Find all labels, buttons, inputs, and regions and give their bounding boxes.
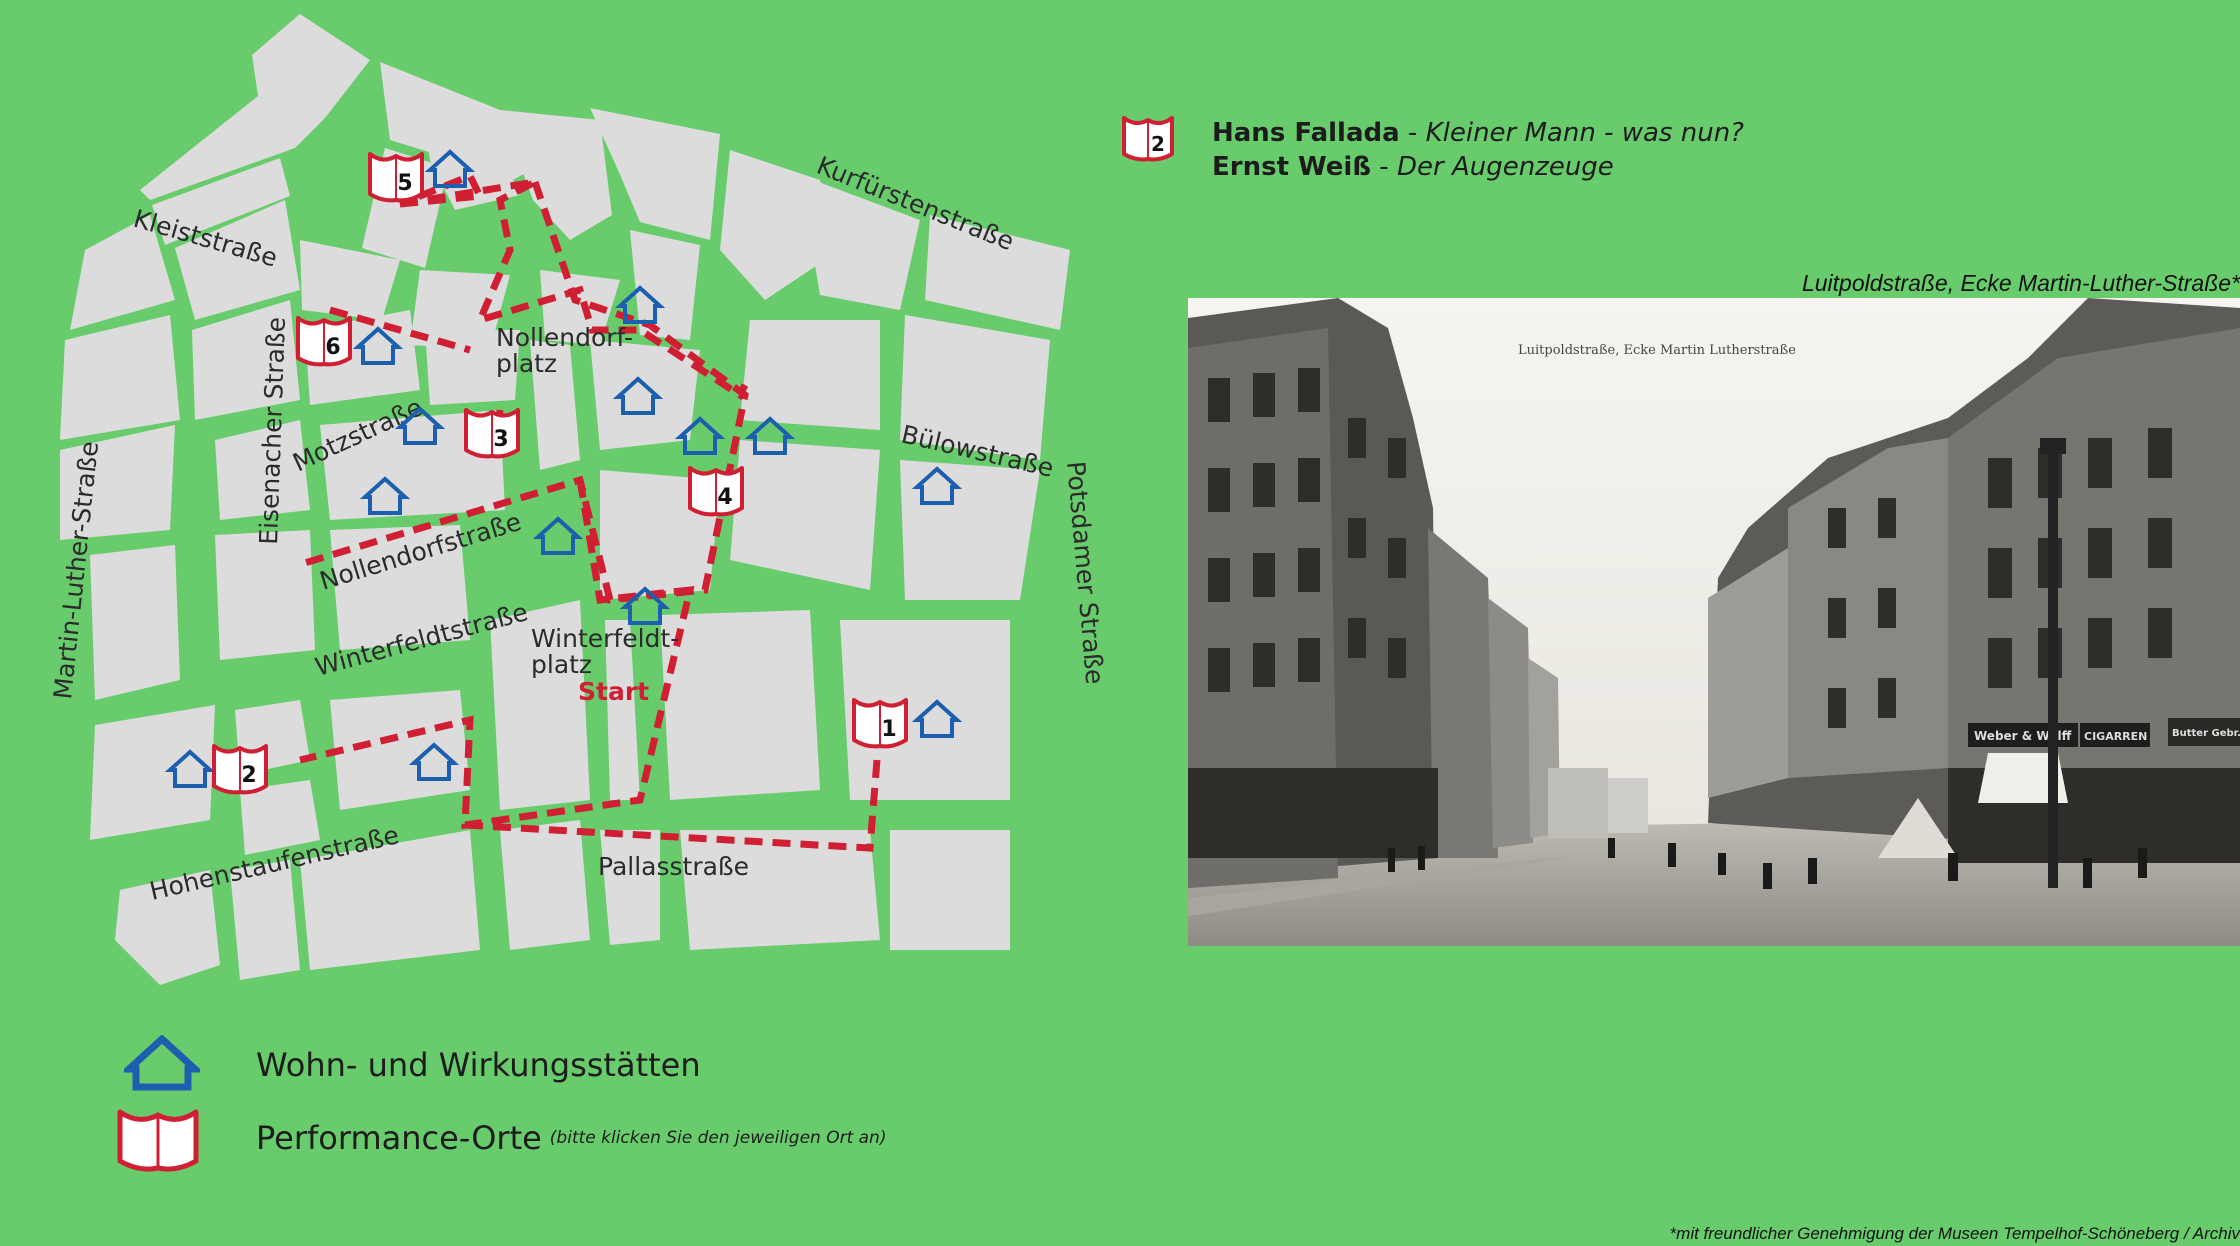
open-book-icon <box>852 698 908 749</box>
book-line-1: Hans Fallada - Kleiner Mann - was nun? <box>1212 116 1744 150</box>
performance-marker-5[interactable]: 5 <box>368 152 424 203</box>
street-label-pallasstrasse: Pallasstraße <box>598 852 749 881</box>
book-title: Kleiner Mann - was nun? <box>1425 118 1744 148</box>
photo-caption: Luitpoldstraße, Ecke Martin-Luther-Straß… <box>1801 270 2240 296</box>
open-book-icon: 2 <box>1122 116 1174 162</box>
performance-marker-4[interactable]: 4 <box>688 466 744 517</box>
performance-marker-3[interactable]: 3 <box>464 408 520 459</box>
book-info: 2 Hans Fallada - Kleiner Mann - was nun?… <box>1120 112 1744 184</box>
open-book-icon <box>464 408 520 459</box>
open-book-icon <box>212 744 268 795</box>
marker-number: 6 <box>325 335 340 360</box>
open-book-icon <box>296 316 352 367</box>
historic-photo: Luitpoldstraße, Ecke Martin Lutherstraße <box>1188 298 2240 946</box>
legend-book: Performance-Orte (bitte klicken Sie den … <box>116 1104 886 1172</box>
marker-number: 2 <box>241 763 256 788</box>
place-label-winterfeldtplatz-2: platz <box>531 650 592 679</box>
open-book-icon <box>117 1109 199 1172</box>
marker-number: 1 <box>881 717 896 742</box>
shop-sign: Butter Gebr. <box>2172 728 2240 739</box>
city-blocks <box>60 14 1070 985</box>
separator: - <box>1399 118 1426 148</box>
open-book-icon <box>368 152 424 203</box>
start-label: Start <box>578 677 649 706</box>
place-label-nollendorfplatz-2: platz <box>496 349 557 378</box>
legend-house-label: Wohn- und Wirkungsstätten <box>256 1046 701 1084</box>
place-label-winterfeldtplatz-1: Winterfeldt- <box>531 624 679 653</box>
performance-marker-6[interactable]: 6 <box>296 316 352 367</box>
historic-street-scene: Luitpoldstraße, Ecke Martin Lutherstraße <box>1188 298 2240 946</box>
author-name: Hans Fallada <box>1212 118 1400 148</box>
performance-marker-2[interactable]: 2 <box>212 744 268 795</box>
image-credit: *mit freundlicher Genehmigung der Museen… <box>1669 1224 2240 1243</box>
place-label-nollendorfplatz-1: Nollendorf- <box>496 323 633 352</box>
performance-marker-1[interactable]: 1 <box>852 698 908 749</box>
marker-number: 3 <box>493 427 508 452</box>
house-icon[interactable] <box>536 517 580 555</box>
book-title: Der Augenzeuge <box>1396 152 1614 182</box>
photo-inscription: Luitpoldstraße, Ecke Martin Lutherstraße <box>1518 343 1796 358</box>
marker-number: 4 <box>717 485 732 510</box>
book-line-2: Ernst Weiß - Der Augenzeuge <box>1212 150 1744 184</box>
open-book-icon <box>688 466 744 517</box>
shop-sign: CIGARREN <box>2084 730 2147 743</box>
legend-house: Wohn- und Wirkungsstätten <box>124 1035 701 1095</box>
marker-number: 5 <box>397 171 412 196</box>
marker-number: 2 <box>1151 132 1165 156</box>
author-name: Ernst Weiß <box>1212 152 1372 182</box>
street-label-potsdamer: Potsdamer Straße <box>1061 460 1109 686</box>
legend-book-label: Performance-Orte <box>256 1119 542 1157</box>
house-icon <box>124 1035 200 1091</box>
separator: - <box>1371 152 1397 182</box>
legend-book-hint: (bitte klicken Sie den jeweiligen Ort an… <box>549 1128 887 1148</box>
